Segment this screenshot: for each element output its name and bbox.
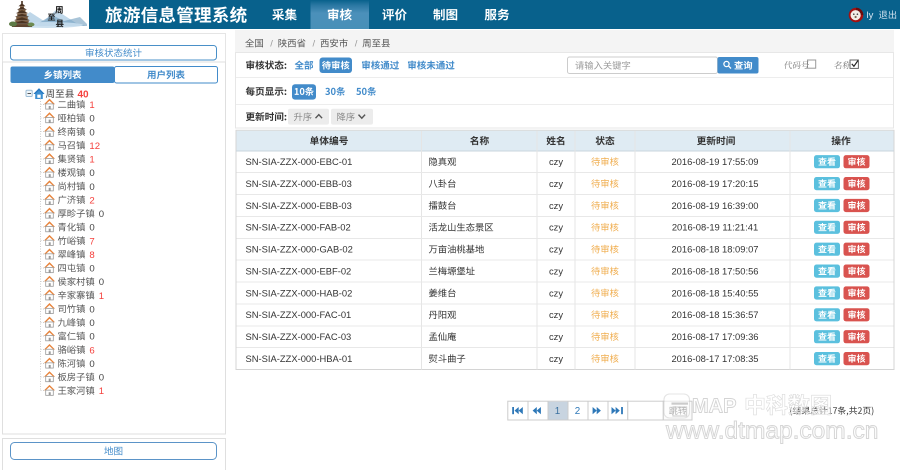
svg-text:2016-08-18 18:09:07: 2016-08-18 18:09:07 — [671, 244, 758, 255]
svg-text:czy: czy — [549, 178, 563, 189]
svg-text:0: 0 — [99, 373, 104, 384]
svg-text:1: 1 — [99, 386, 104, 397]
svg-text:SN-SIA-ZZX-000-HAB-02: SN-SIA-ZZX-000-HAB-02 — [246, 287, 353, 298]
svg-text:1: 1 — [89, 155, 94, 166]
svg-text:SN-SIA-ZZX-000-EBB-03: SN-SIA-ZZX-000-EBB-03 — [246, 178, 352, 189]
svg-text:1: 1 — [89, 100, 94, 111]
svg-text:7: 7 — [89, 236, 94, 247]
svg-text:2016-08-19 16:39:00: 2016-08-19 16:39:00 — [671, 200, 758, 211]
svg-text:www.dtmap.com.cn: www.dtmap.com.cn — [665, 418, 878, 445]
svg-text:2016-08-18 15:36:57: 2016-08-18 15:36:57 — [671, 309, 758, 320]
svg-text:SN-SIA-ZZX-000-EBB-03: SN-SIA-ZZX-000-EBB-03 — [246, 200, 352, 211]
svg-text:/: / — [355, 39, 358, 50]
svg-text:0: 0 — [89, 223, 94, 234]
svg-text:0: 0 — [89, 114, 94, 125]
svg-text:0: 0 — [89, 168, 94, 179]
svg-text:czy: czy — [549, 200, 563, 211]
svg-text:2016-08-18 17:50:56: 2016-08-18 17:50:56 — [671, 265, 758, 276]
svg-text:8: 8 — [89, 250, 94, 261]
svg-text:1: 1 — [555, 406, 560, 417]
svg-text:2016-08-17 17:08:35: 2016-08-17 17:08:35 — [671, 353, 758, 364]
svg-text:0: 0 — [89, 332, 94, 343]
svg-text:czy: czy — [549, 244, 563, 255]
svg-text:SN-SIA-ZZX-000-GAB-02: SN-SIA-ZZX-000-GAB-02 — [246, 244, 353, 255]
svg-text:0: 0 — [99, 209, 104, 220]
svg-text:0: 0 — [89, 318, 94, 329]
svg-text:0: 0 — [89, 304, 94, 315]
svg-text:/: / — [313, 39, 316, 50]
svg-text:czy: czy — [549, 331, 563, 342]
svg-text:SN-SIA-ZZX-000-FAB-02: SN-SIA-ZZX-000-FAB-02 — [246, 222, 351, 233]
svg-text:40: 40 — [78, 89, 90, 100]
svg-text:MAP: MAP — [692, 396, 736, 418]
svg-text:2: 2 — [89, 195, 94, 206]
svg-text:2016-08-17 17:09:36: 2016-08-17 17:09:36 — [671, 331, 758, 342]
svg-text:SN-SIA-ZZX-000-FAC-01: SN-SIA-ZZX-000-FAC-01 — [246, 309, 352, 320]
svg-text:1: 1 — [99, 291, 104, 302]
svg-text:0: 0 — [89, 359, 94, 370]
svg-text:2016-08-19 17:55:09: 2016-08-19 17:55:09 — [671, 156, 758, 167]
svg-text:12: 12 — [89, 141, 100, 152]
svg-text:czy: czy — [549, 156, 563, 167]
svg-text:2: 2 — [575, 406, 580, 417]
svg-text:czy: czy — [549, 265, 563, 276]
svg-text:0: 0 — [99, 277, 104, 288]
svg-text:czy: czy — [549, 222, 563, 233]
svg-text:2016-08-19 17:20:15: 2016-08-19 17:20:15 — [671, 178, 758, 189]
svg-text:2016-08-18 15:40:55: 2016-08-18 15:40:55 — [671, 287, 758, 298]
svg-text:SN-SIA-ZZX-000-EBF-02: SN-SIA-ZZX-000-EBF-02 — [246, 265, 352, 276]
svg-text:6: 6 — [89, 345, 94, 356]
svg-text:czy: czy — [549, 309, 563, 320]
svg-text:SN-SIA-ZZX-000-EBC-01: SN-SIA-ZZX-000-EBC-01 — [246, 156, 353, 167]
svg-text:czy: czy — [549, 353, 563, 364]
svg-text:0: 0 — [89, 127, 94, 138]
svg-text:ly: ly — [867, 10, 874, 21]
svg-text:SN-SIA-ZZX-000-FAC-03: SN-SIA-ZZX-000-FAC-03 — [246, 331, 352, 342]
svg-text:czy: czy — [549, 287, 563, 298]
svg-text:0: 0 — [89, 264, 94, 275]
svg-text:SN-SIA-ZZX-000-HBA-01: SN-SIA-ZZX-000-HBA-01 — [246, 353, 353, 364]
svg-text:2016-08-19 11:21:41: 2016-08-19 11:21:41 — [672, 222, 758, 233]
svg-text:0: 0 — [89, 182, 94, 193]
svg-text:/: / — [270, 39, 273, 50]
